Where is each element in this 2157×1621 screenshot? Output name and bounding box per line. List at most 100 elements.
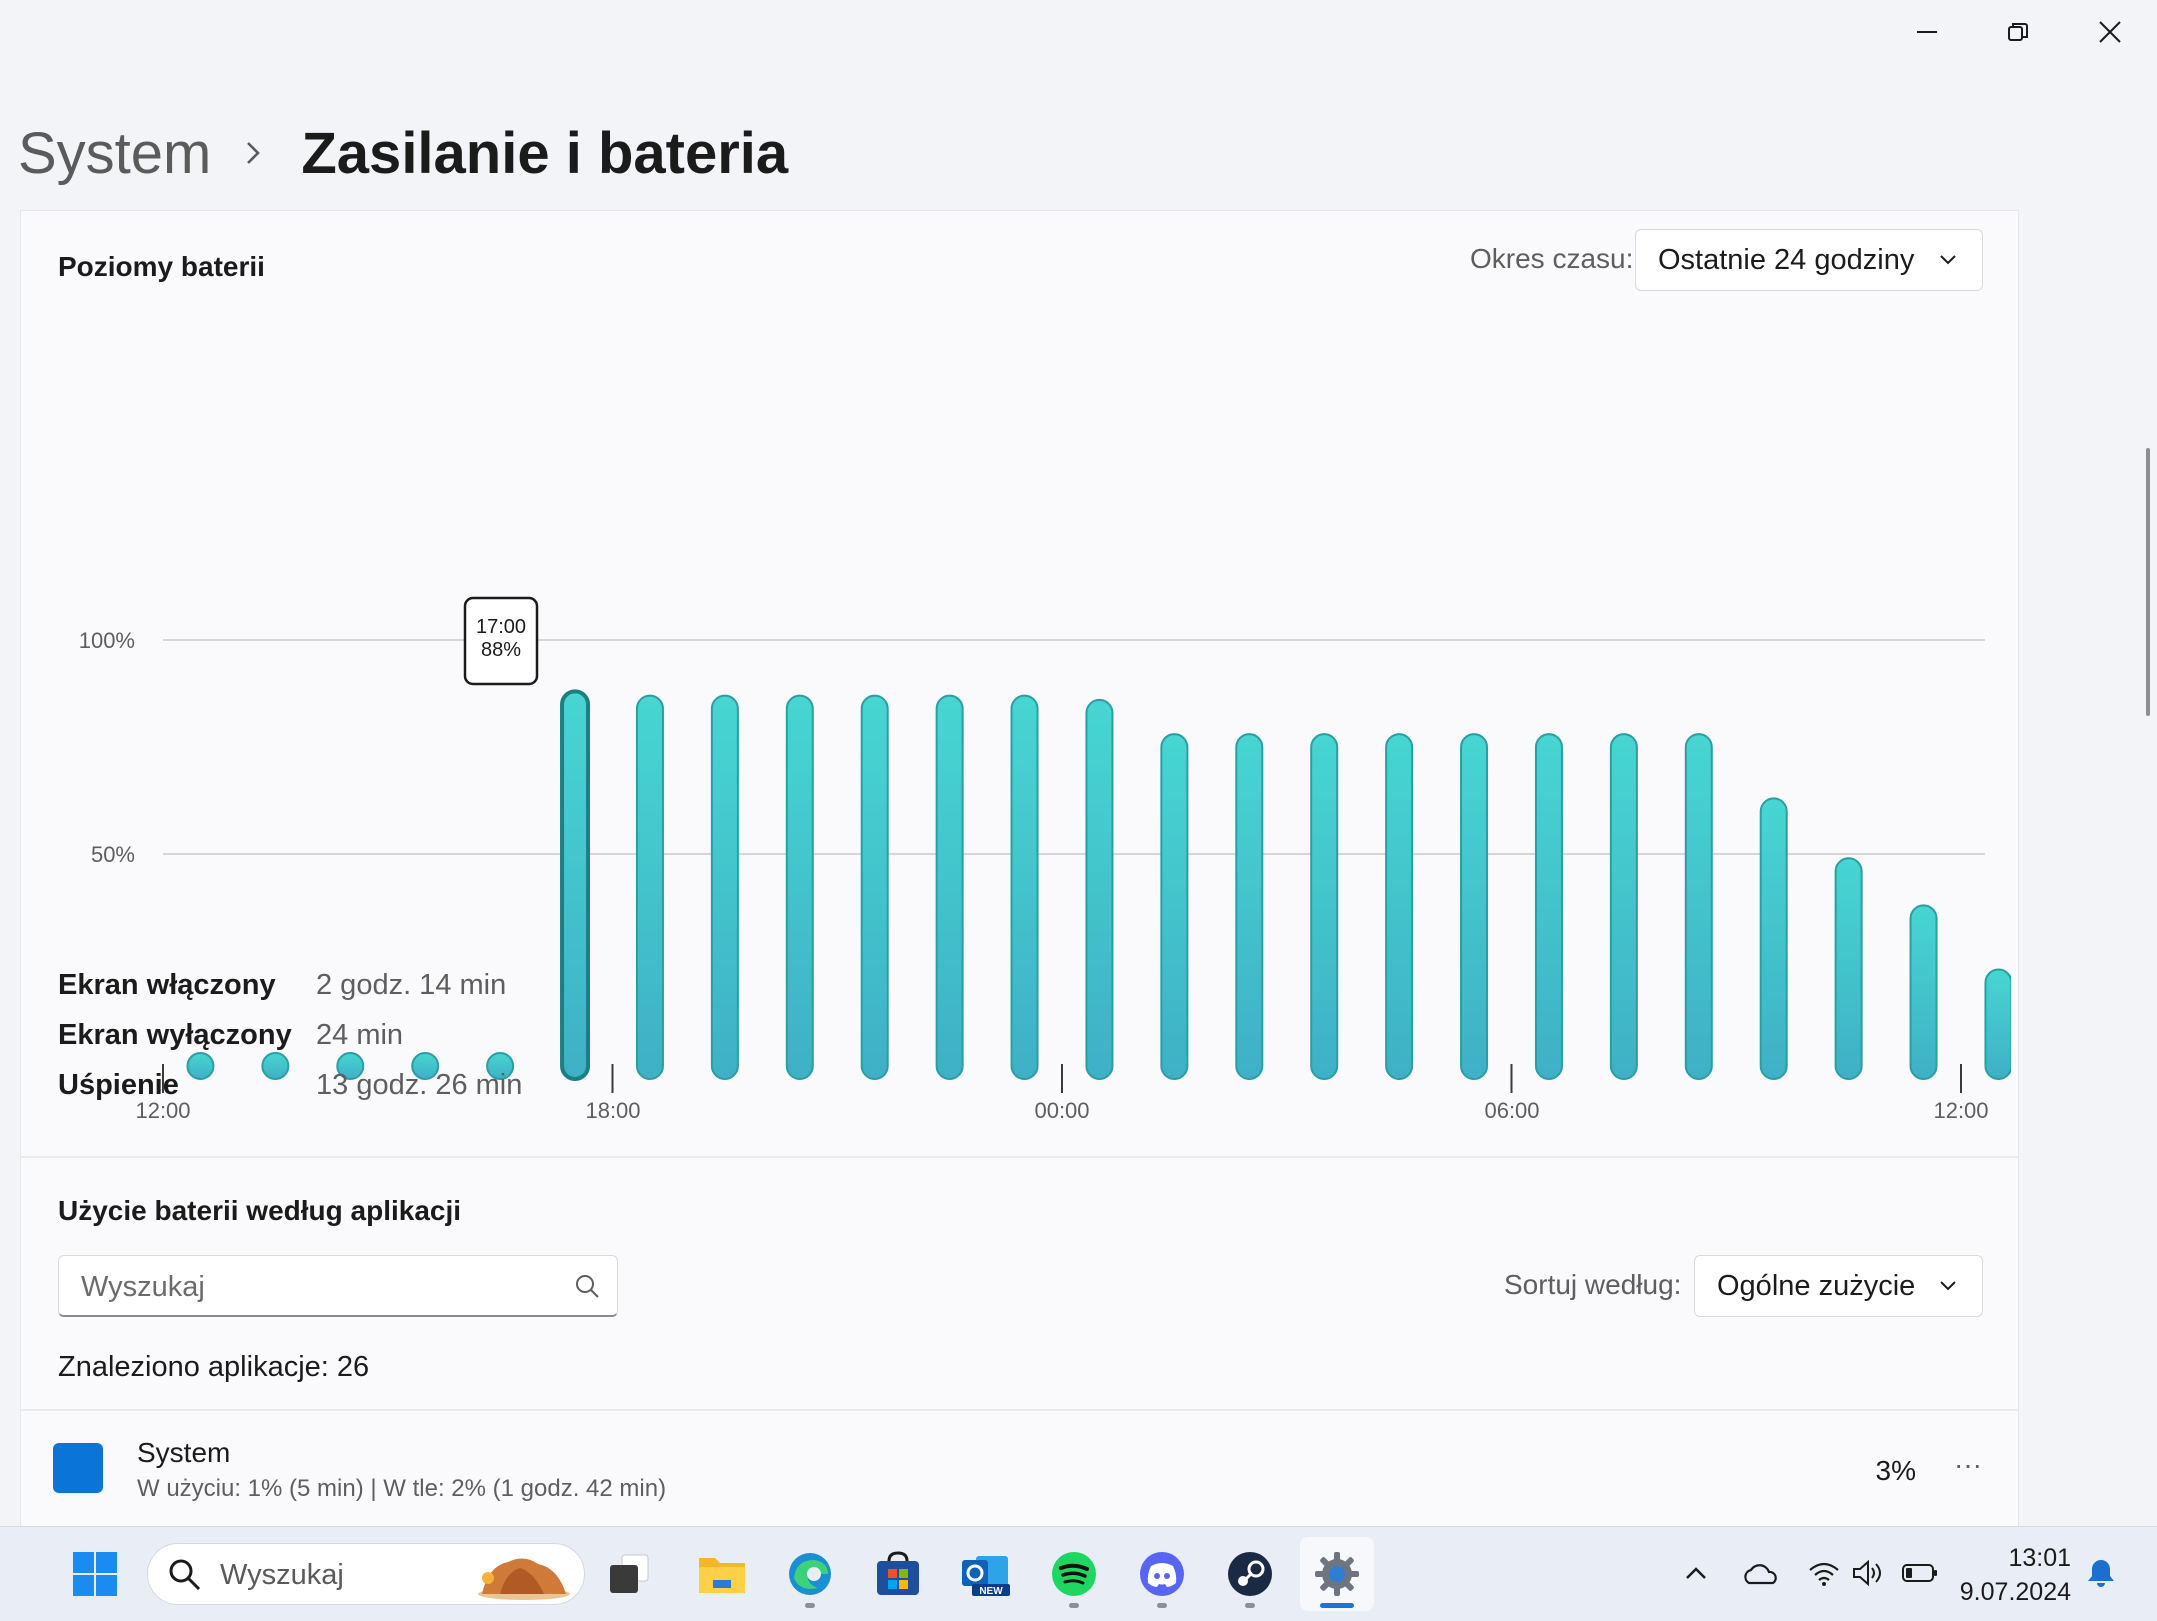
battery-bar[interactable] (1160, 733, 1189, 1080)
discord-button[interactable] (1125, 1537, 1199, 1611)
battery-bar[interactable] (1010, 694, 1039, 1080)
battery-bar[interactable] (1310, 733, 1339, 1080)
clock-date: 9.07.2024 (1959, 1578, 2071, 1606)
section-divider (21, 1156, 2018, 1158)
battery-bar[interactable] (1235, 733, 1264, 1080)
system-app-icon (53, 1443, 103, 1493)
battery-bar[interactable] (1609, 733, 1638, 1080)
notifications-button[interactable] (2083, 1555, 2119, 1591)
app-search-input[interactable] (58, 1255, 618, 1317)
outlook-button[interactable]: NEW (949, 1537, 1023, 1611)
wifi-button[interactable] (1806, 1555, 1842, 1591)
spotify-button[interactable] (1037, 1537, 1111, 1611)
breadcrumb: System Zasilanie i bateria (18, 108, 788, 198)
x-tick-label: 06:00 (1484, 1098, 1539, 1123)
usage-value: 13 godz. 26 min (316, 1069, 523, 1101)
usage-value: 24 min (316, 1019, 404, 1051)
search-icon (576, 1275, 599, 1298)
app-name: System (137, 1437, 231, 1468)
close-button[interactable] (2064, 0, 2156, 64)
usage-label: Ekran włączony (58, 969, 276, 1001)
apps-found-count: Znaleziono aplikacje: 26 (58, 1351, 370, 1383)
usage-screen-off: Ekran wyłączony 24 min (58, 1019, 403, 1052)
battery-bar[interactable] (785, 694, 814, 1080)
battery-bar[interactable] (1385, 733, 1414, 1080)
restore-icon (2008, 23, 2028, 41)
battery-bar[interactable] (1759, 797, 1788, 1081)
close-icon (2099, 21, 2121, 43)
battery-bar[interactable] (1534, 733, 1563, 1080)
task-view-button[interactable] (592, 1537, 666, 1611)
minimize-button[interactable] (1881, 0, 1973, 64)
chevron-down-icon (1940, 255, 1956, 265)
minimize-icon (1917, 31, 1937, 33)
restore-button[interactable] (1972, 0, 2064, 64)
chart-bars (186, 689, 2013, 1082)
wifi-icon (1809, 1562, 1839, 1586)
y-tick-label: 100% (79, 628, 135, 653)
chevron-up-icon (1686, 1567, 1706, 1579)
period-dropdown-value: Ostatnie 24 godziny (1658, 243, 1915, 276)
settings-icon (1315, 1552, 1359, 1596)
scrollbar-thumb[interactable] (2146, 448, 2150, 716)
start-button[interactable] (58, 1537, 132, 1611)
breadcrumb-system-link[interactable]: System (18, 120, 211, 187)
battery-card: Poziomy baterii Okres czasu: Ostatnie 24… (20, 210, 2019, 1531)
volume-icon (1853, 1559, 1881, 1587)
battery-bar[interactable] (1460, 733, 1489, 1080)
app-usage-detail: W użyciu: 1% (5 min) | W tle: 2% (1 godz… (137, 1475, 667, 1502)
active-indicator (1320, 1603, 1354, 1608)
onedrive-button[interactable] (1740, 1555, 1782, 1591)
cloud-icon (1744, 1564, 1777, 1585)
battery-bar[interactable] (1684, 733, 1713, 1080)
battery-icon (1902, 1564, 1937, 1582)
battery-bar[interactable] (935, 694, 964, 1080)
more-options-button[interactable]: ··· (1946, 1443, 1990, 1487)
steam-icon (1228, 1552, 1272, 1596)
app-usage-title: Użycie baterii według aplikacji (58, 1195, 462, 1226)
search-highlight-icon (478, 1558, 570, 1600)
sort-dropdown[interactable]: Ogólne zużycie (1694, 1255, 1983, 1317)
page-title: Zasilanie i bateria (301, 120, 789, 186)
battery-bar[interactable] (860, 694, 889, 1080)
battery-button[interactable] (1900, 1555, 1940, 1591)
battery-bar[interactable] (1909, 904, 1938, 1080)
period-dropdown[interactable]: Ostatnie 24 godziny (1635, 229, 1983, 291)
app-search-field[interactable] (79, 1264, 553, 1310)
battery-bar[interactable] (635, 694, 664, 1080)
search-icon (169, 1559, 201, 1591)
usage-value: 2 godz. 14 min (316, 969, 507, 1001)
battery-bar[interactable] (1984, 968, 2013, 1080)
settings-button[interactable] (1300, 1537, 1374, 1611)
show-hidden-icons-button[interactable] (1678, 1555, 1714, 1591)
edge-button[interactable] (773, 1537, 847, 1611)
x-tick-label: 12:00 (1933, 1098, 1988, 1123)
store-button[interactable] (861, 1537, 935, 1611)
sort-label: Sortuj według: (1504, 1269, 1682, 1300)
taskbar: Wyszukaj NEW 13:01 9.07.2024 (0, 1526, 2157, 1621)
battery-bar[interactable] (1834, 857, 1863, 1080)
usage-label: Ekran wyłączony (58, 1019, 292, 1051)
battery-bar-highlighted[interactable] (560, 689, 591, 1082)
file-explorer-icon (699, 1558, 745, 1593)
x-tick-label: 18:00 (585, 1098, 640, 1123)
battery-bar[interactable] (710, 694, 739, 1080)
clock[interactable]: 13:01 9.07.2024 (1960, 1541, 2071, 1609)
tooltip-value: 88% (481, 639, 521, 661)
chevron-down-icon (1940, 1281, 1956, 1291)
outlook-new-badge: NEW (979, 1586, 1003, 1597)
task-view-icon (610, 1554, 649, 1593)
battery-bar[interactable] (1085, 698, 1114, 1080)
battery-levels-title: Poziomy baterii (58, 251, 265, 282)
chevron-right-icon (245, 133, 271, 173)
running-indicator (1157, 1603, 1167, 1608)
volume-button[interactable] (1850, 1555, 1886, 1591)
running-indicator (805, 1603, 815, 1608)
store-icon (877, 1551, 919, 1595)
steam-button[interactable] (1213, 1537, 1287, 1611)
app-list-item[interactable]: System W użyciu: 1% (5 min) | W tle: 2% … (21, 1409, 2018, 1531)
taskbar-search-placeholder: Wyszukaj (220, 1559, 344, 1591)
file-explorer-button[interactable] (685, 1537, 759, 1611)
taskbar-search-box[interactable]: Wyszukaj (147, 1543, 585, 1605)
usage-label: Uśpienie (58, 1069, 179, 1101)
